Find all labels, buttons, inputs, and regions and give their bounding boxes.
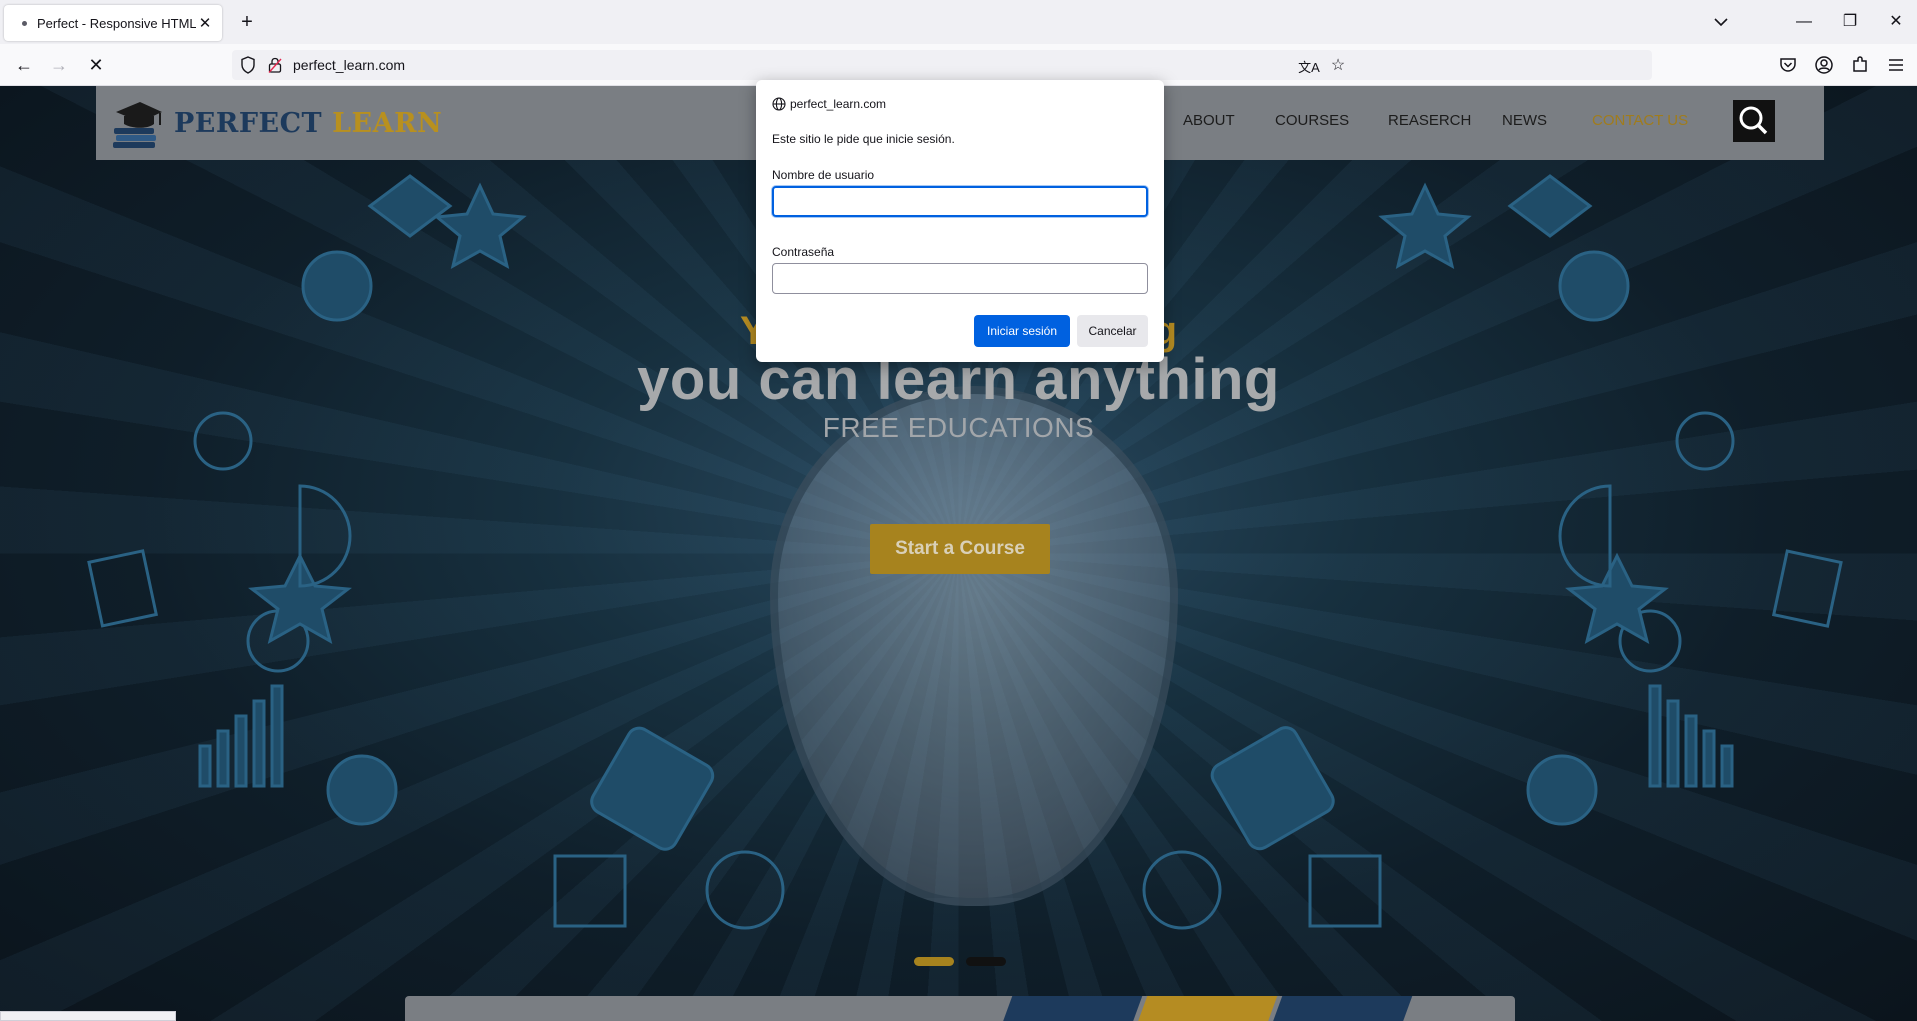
- search-icon: [1739, 106, 1768, 135]
- nav-contact-us[interactable]: CONTACT US: [1592, 112, 1688, 129]
- extensions-icon[interactable]: [1848, 53, 1872, 77]
- list-all-tabs-icon[interactable]: [1710, 12, 1732, 32]
- pocket-icon[interactable]: [1776, 53, 1800, 77]
- site-search-button[interactable]: [1733, 100, 1775, 142]
- dialog-origin-text: perfect_learn.com: [790, 97, 887, 111]
- site-logo[interactable]: PERFECT LEARN: [110, 96, 442, 150]
- password-label: Contraseña: [772, 245, 835, 259]
- slider-dot-active[interactable]: [914, 957, 954, 966]
- username-label: Nombre de usuario: [772, 168, 875, 182]
- features-stripe-gold: [1132, 996, 1278, 1021]
- tab-title: Perfect - Responsive HTML5 Te: [37, 15, 196, 31]
- dialog-message: Este sitio le pide que inicie sesión.: [772, 132, 955, 146]
- insecure-lock-icon[interactable]: [268, 56, 282, 74]
- tracking-shield-icon[interactable]: [240, 56, 256, 74]
- stop-loading-button[interactable]: ✕: [82, 52, 110, 78]
- slider-dot[interactable]: [966, 957, 1006, 966]
- browser-tab-bar: Perfect - Responsive HTML5 Te ✕ + — ❐ ✕: [0, 0, 1917, 44]
- forward-button[interactable]: →: [45, 52, 73, 78]
- new-tab-button[interactable]: +: [234, 9, 260, 35]
- graduation-books-icon: [113, 102, 162, 148]
- bookmark-star-icon[interactable]: ☆: [1327, 55, 1349, 75]
- logo-text-perfect: PERFECT: [174, 107, 323, 139]
- browser-status-bar: [0, 1011, 176, 1021]
- cancel-button[interactable]: Cancelar: [1077, 315, 1148, 347]
- hero-subtitle: FREE EDUCATIONS: [822, 412, 1095, 443]
- logo-text-learn: LEARN: [332, 107, 443, 139]
- start-course-button[interactable]: Start a Course: [870, 524, 1050, 574]
- dialog-origin: perfect_learn.com: [772, 97, 886, 111]
- nav-research[interactable]: REASERCH: [1388, 112, 1471, 129]
- nav-news[interactable]: NEWS: [1502, 112, 1547, 129]
- nav-about[interactable]: ABOUT: [1183, 112, 1235, 129]
- auth-dialog: perfect_learn.com Este sitio le pide que…: [756, 80, 1164, 362]
- tab-loading-icon: [22, 20, 27, 26]
- globe-icon: [772, 97, 786, 111]
- nav-courses[interactable]: COURSES: [1275, 112, 1349, 129]
- password-input[interactable]: [772, 263, 1148, 294]
- features-stripe-navy: [997, 996, 1143, 1021]
- features-strip: [405, 996, 1515, 1021]
- app-menu-icon[interactable]: [1884, 53, 1908, 77]
- logo-text: PERFECT LEARN: [174, 108, 442, 139]
- tab-close-button[interactable]: ✕: [196, 14, 214, 32]
- translate-icon[interactable]: 文A: [1298, 57, 1320, 77]
- window-close-button[interactable]: ✕: [1876, 10, 1916, 34]
- account-icon[interactable]: [1812, 53, 1836, 77]
- username-input[interactable]: [772, 186, 1148, 217]
- url-bar[interactable]: perfect_learn.com 文A ☆: [232, 50, 1652, 80]
- browser-tab[interactable]: Perfect - Responsive HTML5 Te ✕: [4, 5, 222, 41]
- sign-in-button[interactable]: Iniciar sesión: [974, 315, 1070, 347]
- url-text[interactable]: perfect_learn.com: [293, 57, 405, 73]
- back-button[interactable]: ←: [10, 52, 38, 78]
- minimize-button[interactable]: —: [1784, 10, 1824, 34]
- restore-button[interactable]: ❐: [1830, 10, 1870, 34]
- features-stripe-navy-2: [1267, 996, 1413, 1021]
